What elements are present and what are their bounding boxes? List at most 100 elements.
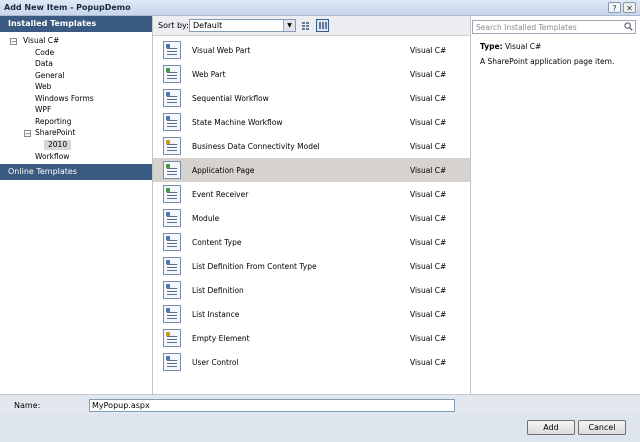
template-name: Empty Element [192, 334, 250, 343]
tree-item-wpf[interactable]: WPF [35, 105, 51, 115]
name-bar: Name: [0, 394, 640, 414]
template-name: Web Part [192, 70, 226, 79]
template-name: Application Page [192, 166, 255, 175]
template-name: Content Type [192, 238, 242, 247]
tree-item-windows-forms[interactable]: Windows Forms [35, 94, 94, 104]
template-row[interactable]: State Machine Workflow Visual C# [153, 110, 470, 134]
template-icon [163, 257, 181, 275]
template-language: Visual C# [410, 214, 447, 223]
tree-item-workflow[interactable]: Workflow [35, 152, 69, 162]
template-language: Visual C# [410, 190, 447, 199]
small-icons-view-button[interactable] [299, 19, 312, 32]
tree-item-2010[interactable]: 2010 [44, 140, 72, 150]
tree-item-code[interactable]: Code [35, 48, 54, 58]
name-label: Name: [14, 401, 41, 410]
template-name: Business Data Connectivity Model [192, 142, 320, 151]
template-icon [163, 329, 181, 347]
template-row[interactable]: Application Page Visual C# [153, 158, 470, 182]
template-language: Visual C# [410, 46, 447, 55]
window-title: Add New Item - PopupDemo [4, 3, 131, 12]
template-row[interactable]: Web Part Visual C# [153, 62, 470, 86]
template-icon [163, 41, 181, 59]
search-icon[interactable] [624, 22, 633, 31]
template-language: Visual C# [410, 358, 447, 367]
help-icon: ? [612, 4, 617, 13]
template-language: Visual C# [410, 118, 447, 127]
template-icon [163, 209, 181, 227]
chevron-down-icon[interactable]: ▼ [283, 20, 295, 31]
template-row[interactable]: List Instance Visual C# [153, 302, 470, 326]
template-row[interactable]: Event Receiver Visual C# [153, 182, 470, 206]
sort-by-label: Sort by: [158, 21, 189, 30]
template-icon [163, 305, 181, 323]
close-icon: ✕ [626, 4, 633, 13]
name-input[interactable] [89, 399, 455, 412]
template-name: Event Receiver [192, 190, 249, 199]
template-language: Visual C# [410, 334, 447, 343]
template-description: A SharePoint application page item. [480, 57, 615, 66]
template-details-panel: Search Installed Templates Type: Visual … [471, 16, 640, 394]
template-list-panel: Sort by: Default ▼ Visual Web Part Visual… [153, 16, 471, 394]
template-icon [163, 161, 181, 179]
template-language: Visual C# [410, 94, 447, 103]
template-icon [163, 89, 181, 107]
tree-item-data[interactable]: Data [35, 59, 53, 69]
template-icon [163, 185, 181, 203]
tree-item-visual-csharp[interactable]: Visual C# [23, 36, 59, 46]
template-icon [163, 281, 181, 299]
close-button[interactable]: ✕ [623, 2, 636, 13]
template-name: List Instance [192, 310, 240, 319]
template-icon [163, 137, 181, 155]
sort-by-value: Default [193, 21, 223, 30]
type-line: Type: Visual C# [480, 42, 541, 51]
installed-templates-header[interactable]: Installed Templates [0, 16, 152, 32]
collapse-sharepoint-icon[interactable]: − [24, 130, 31, 138]
template-language: Visual C# [410, 310, 447, 319]
template-name: List Definition [192, 286, 244, 295]
template-icon [163, 113, 181, 131]
online-templates-item[interactable]: Online Templates [0, 164, 152, 180]
template-name: Sequential Workflow [192, 94, 269, 103]
sort-by-dropdown[interactable]: Default ▼ [189, 19, 296, 32]
type-label: Type: [480, 42, 503, 51]
template-row[interactable]: User Control Visual C# [153, 350, 470, 374]
title-bar: Add New Item - PopupDemo ? ✕ [0, 0, 640, 16]
tree-item-web[interactable]: Web [35, 82, 51, 92]
template-name: Module [192, 214, 220, 223]
template-language: Visual C# [410, 238, 447, 247]
template-icon [163, 65, 181, 83]
template-row[interactable]: Content Type Visual C# [153, 230, 470, 254]
template-language: Visual C# [410, 262, 447, 271]
template-row[interactable]: Business Data Connectivity Model Visual C… [153, 134, 470, 158]
type-value: Visual C# [504, 42, 542, 51]
tree-item-sharepoint[interactable]: SharePoint [35, 128, 75, 138]
template-row[interactable]: Module Visual C# [153, 206, 470, 230]
template-icon [163, 233, 181, 251]
large-icons-view-button[interactable] [316, 19, 329, 32]
template-language: Visual C# [410, 286, 447, 295]
tree-item-general[interactable]: General [35, 71, 65, 81]
search-installed-templates-input[interactable]: Search Installed Templates [472, 20, 636, 34]
help-button[interactable]: ? [608, 2, 621, 13]
template-language: Visual C# [410, 142, 447, 151]
template-name: State Machine Workflow [192, 118, 283, 127]
template-icon [163, 353, 181, 371]
template-row[interactable]: List Definition Visual C# [153, 278, 470, 302]
sort-toolbar: Sort by: Default ▼ [153, 16, 470, 36]
button-bar: Add Cancel [0, 414, 640, 442]
tree-item-reporting[interactable]: Reporting [35, 117, 71, 127]
template-name: Visual Web Part [192, 46, 251, 55]
installed-templates-panel: Installed Templates − Visual C# Code Dat… [0, 16, 153, 394]
template-language: Visual C# [410, 70, 447, 79]
template-row[interactable]: Empty Element Visual C# [153, 326, 470, 350]
search-placeholder: Search Installed Templates [476, 23, 577, 32]
template-row[interactable]: Sequential Workflow Visual C# [153, 86, 470, 110]
add-button[interactable]: Add [527, 420, 575, 435]
collapse-visual-csharp-icon[interactable]: − [10, 38, 17, 46]
add-new-item-dialog: Add New Item - PopupDemo ? ✕ Installed T… [0, 0, 640, 442]
template-row[interactable]: Visual Web Part Visual C# [153, 38, 470, 62]
cancel-button[interactable]: Cancel [578, 420, 626, 435]
template-name: List Definition From Content Type [192, 262, 317, 271]
template-row[interactable]: List Definition From Content Type Visual … [153, 254, 470, 278]
template-name: User Control [192, 358, 239, 367]
